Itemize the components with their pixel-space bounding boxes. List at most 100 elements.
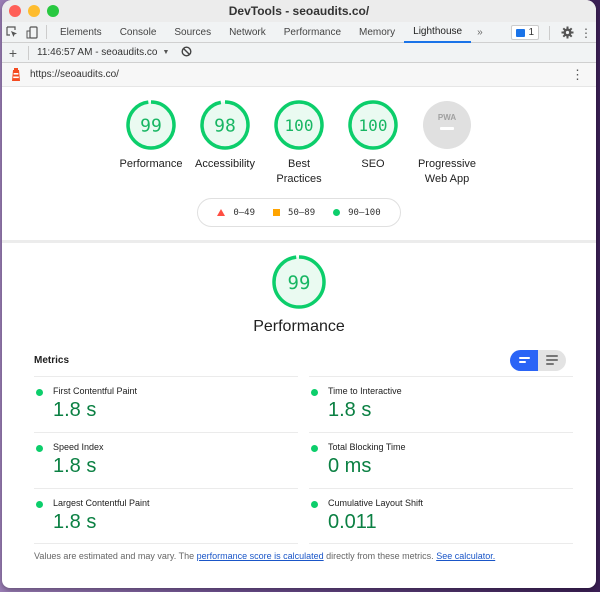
gauge-ring: 100 [274,100,324,150]
customize-menu-icon[interactable]: ⋮ [580,26,592,40]
metric-value: 0 ms [328,455,372,477]
gauge-ring: 100 [348,100,398,150]
metric-time-to-interactive: Time to Interactive 1.8 s [309,376,573,432]
gauge-label: Performance [119,158,183,170]
inspect-element-icon[interactable] [2,22,22,43]
expanded-view-icon-line [546,363,554,365]
issues-button[interactable]: 1 [511,25,539,40]
expanded-view-button[interactable] [538,349,566,371]
gauge-label: Best Practices [276,158,322,185]
metrics-title: Metrics [34,354,70,366]
category-gauges: 99 Performance 98 Accessibility 100 Best… [2,87,596,187]
see-calculator-link[interactable]: See calculator. [436,551,495,561]
gauge-label: SEO [361,158,385,170]
report-url-bar: https://seoaudits.co/ ⋮ [2,63,596,87]
metric-speed-index: Speed Index 1.8 s [34,432,298,488]
legend-pass-range: 90–100 [348,207,381,218]
tab-performance[interactable]: Performance [275,22,350,43]
score-legend: 0–49 50–89 90–100 [197,198,401,227]
new-report-button[interactable]: + [2,45,24,61]
pass-circle-icon [36,501,43,508]
gauge-best-practices[interactable]: 100 Best Practices [268,99,330,187]
separator [549,25,550,40]
gauge-score: 100 [285,116,314,135]
pass-circle-icon [36,389,43,396]
metrics-grid: First Contentful Paint 1.8 s Time to Int… [34,376,573,544]
lighthouse-toolbar: + 11:46:57 AM - seoaudits.co ▼ [2,43,596,63]
gauge-score: 99 [288,272,311,294]
metrics-view-toggle[interactable] [510,349,566,371]
pass-circle-icon [311,445,318,452]
legend-average: 50–89 [273,208,315,218]
metrics-footnote: Values are estimated and may vary. The p… [34,551,596,561]
metric-value: 1.8 s [53,511,97,533]
compact-view-icon [518,357,530,359]
metric-name: Time to Interactive [328,386,402,396]
devtools-tabbar: Elements Console Sources Network Perform… [2,22,596,43]
score-legend-wrap: 0–49 50–89 90–100 [2,198,596,227]
expanded-view-icon-line [546,359,558,361]
gauge-score: 98 [214,115,236,136]
metric-cumulative-layout-shift: Cumulative Layout Shift 0.011 [309,488,573,544]
gauge-ring: 99 [126,100,176,150]
compact-view-icon-line [518,361,526,363]
separator [28,45,29,60]
minimize-window-button[interactable] [28,5,40,17]
tab-elements[interactable]: Elements [51,22,111,43]
chevron-down-icon: ▼ [162,49,170,56]
tab-sources[interactable]: Sources [165,22,220,43]
metric-name: Total Blocking Time [328,442,406,452]
tab-lighthouse[interactable]: Lighthouse [404,22,472,43]
lighthouse-logo-icon [2,68,30,81]
settings-gear-icon[interactable] [560,26,574,40]
performance-section-header: 99 Performance [2,254,596,336]
legend-pass: 90–100 [333,208,381,218]
average-square-icon [273,209,281,216]
expanded-view-icon [546,355,558,357]
fail-triangle-icon [217,209,226,216]
devtools-window: DevTools - seoaudits.co/ Elements Consol… [2,0,596,588]
report-select[interactable]: 11:46:57 AM - seoaudits.co ▼ [37,47,169,58]
report-select-value: 11:46:57 AM - seoaudits.co [37,47,158,58]
metric-name: Largest Contentful Paint [53,498,150,508]
gauge-ring: 98 [200,100,250,150]
footnote-text: Values are estimated and may vary. The [34,551,197,561]
window-title: DevTools - seoaudits.co/ [228,4,370,18]
metric-name: First Contentful Paint [53,386,138,396]
pass-circle-icon [311,389,318,396]
metric-total-blocking-time: Total Blocking Time 0 ms [309,432,573,488]
clear-all-icon[interactable] [181,45,192,60]
tabbar-right-controls: 1 ⋮ [511,22,592,43]
pass-circle-icon [36,445,43,452]
gauge-performance[interactable]: 99 Performance [119,99,183,187]
gauge-label: Progressive Web App [417,158,477,185]
gauge-score: 100 [359,116,388,135]
close-window-button[interactable] [9,5,21,17]
pwa-badge-text: PWA [438,113,456,122]
gauge-score: 99 [140,115,162,136]
window-controls [9,5,59,17]
tab-memory[interactable]: Memory [350,22,404,43]
gauge-seo[interactable]: 100 SEO [342,99,404,187]
report-url[interactable]: https://seoaudits.co/ [30,69,119,80]
score-calculation-link[interactable]: performance score is calculated [197,551,324,561]
tab-console[interactable]: Console [111,22,166,43]
issues-icon [516,28,526,37]
metric-largest-contentful-paint: Largest Contentful Paint 1.8 s [34,488,298,544]
report-menu-icon[interactable]: ⋮ [571,67,584,83]
section-divider [2,240,596,243]
metric-value: 1.8 s [53,455,97,477]
more-tabs-chevron-icon[interactable]: » [471,27,489,38]
device-toolbar-icon[interactable] [22,22,42,43]
compact-view-button[interactable] [510,349,538,371]
footnote-text: directly from these metrics. [323,551,437,561]
pass-circle-icon [311,501,318,508]
performance-gauge: 99 [272,255,326,309]
gauge-accessibility[interactable]: 98 Accessibility [194,99,256,187]
tab-network[interactable]: Network [220,22,275,43]
maximize-window-button[interactable] [47,5,59,17]
gauge-pwa[interactable]: PWA Progressive Web App [416,99,478,187]
legend-fail: 0–49 [217,208,255,218]
pwa-badge-icon: PWA [423,101,471,149]
pass-circle-icon [333,209,341,216]
